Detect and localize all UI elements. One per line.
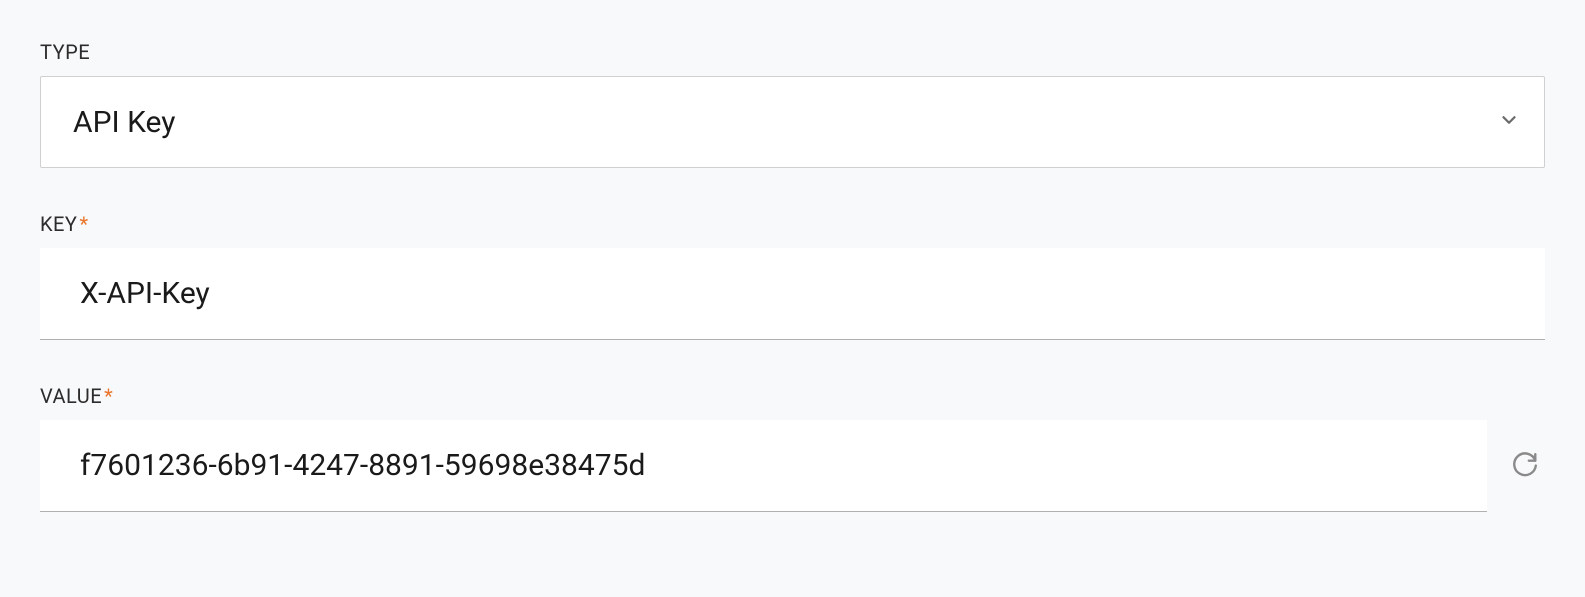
chevron-down-icon — [1498, 109, 1520, 135]
refresh-icon — [1512, 452, 1538, 481]
type-field-group: TYPE API Key — [40, 40, 1545, 168]
value-label: VALUE* — [40, 384, 1545, 408]
key-input[interactable] — [80, 276, 1505, 311]
value-input-wrapper — [40, 420, 1487, 512]
value-required-marker: * — [104, 384, 113, 408]
type-select[interactable]: API Key — [40, 76, 1545, 168]
regenerate-button[interactable] — [1505, 446, 1545, 486]
type-label-text: TYPE — [40, 40, 90, 64]
value-label-text: VALUE — [40, 384, 102, 408]
type-select-value: API Key — [73, 105, 1484, 140]
key-input-wrapper — [40, 248, 1545, 340]
key-label: KEY* — [40, 212, 1545, 236]
value-field-group: VALUE* — [40, 384, 1545, 512]
value-input[interactable] — [80, 448, 1447, 483]
key-field-group: KEY* — [40, 212, 1545, 340]
value-row — [40, 420, 1545, 512]
type-label: TYPE — [40, 40, 1545, 64]
key-label-text: KEY — [40, 212, 77, 236]
key-required-marker: * — [79, 212, 88, 236]
